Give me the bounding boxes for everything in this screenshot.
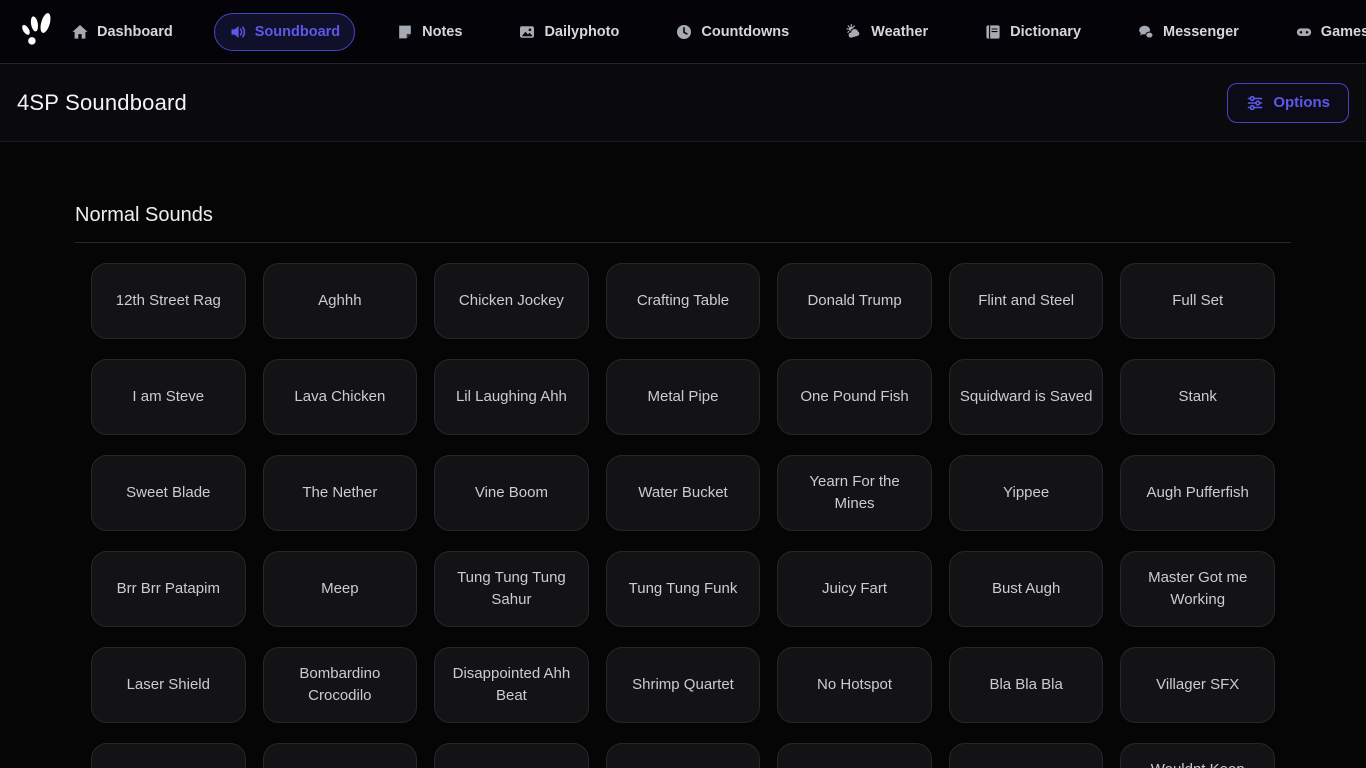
sound-button-stank[interactable]: Stank xyxy=(1120,359,1275,435)
nav-item-dictionary[interactable]: Dictionary xyxy=(969,13,1096,51)
sound-button-12th-street-rag[interactable]: 12th Street Rag xyxy=(91,263,246,339)
sound-button-master-got-me-working[interactable]: Master Got me Working xyxy=(1120,551,1275,627)
options-button[interactable]: Options xyxy=(1227,83,1349,123)
nav-item-label: Games xyxy=(1321,24,1366,40)
nav-item-dashboard[interactable]: Dashboard xyxy=(56,13,188,51)
sound-button-wouldnt-keep[interactable]: Wouldnt Keep xyxy=(1120,743,1275,768)
4sp-logo-icon xyxy=(18,12,56,51)
sound-button-disappointed-ahh-beat[interactable]: Disappointed Ahh Beat xyxy=(434,647,589,723)
sound-button-meep[interactable]: Meep xyxy=(263,551,418,627)
sliders-icon xyxy=(1246,94,1264,112)
nav-item-countdowns[interactable]: Countdowns xyxy=(660,13,804,51)
sound-button-water-bucket[interactable]: Water Bucket xyxy=(606,455,761,531)
sound-button-squidward-is-saved[interactable]: Squidward is Saved xyxy=(949,359,1104,435)
speaker-icon xyxy=(229,23,247,41)
sound-button-the-nether[interactable]: The Nether xyxy=(263,455,418,531)
photo-icon xyxy=(518,23,536,41)
sound-button-brr-brr-patapim[interactable]: Brr Brr Patapim xyxy=(91,551,246,627)
nav-item-notes[interactable]: Notes xyxy=(381,13,477,51)
sound-button-laser-shield[interactable]: Laser Shield xyxy=(91,647,246,723)
section-divider xyxy=(75,242,1291,243)
nav-item-label: Dashboard xyxy=(97,24,173,40)
nav-item-dailyphoto[interactable]: Dailyphoto xyxy=(503,13,634,51)
sound-button-chicken-jockey[interactable]: Chicken Jockey xyxy=(434,263,589,339)
sound-button-full-set[interactable]: Full Set xyxy=(1120,263,1275,339)
sound-button-bla-bla-bla[interactable]: Bla Bla Bla xyxy=(949,647,1104,723)
nav-item-label: Soundboard xyxy=(255,24,340,40)
nav-item-label: Dictionary xyxy=(1010,24,1081,40)
sound-button-flint-and-steel[interactable]: Flint and Steel xyxy=(949,263,1104,339)
gamepad-icon xyxy=(1295,23,1313,41)
normal-sounds-section: Normal Sounds 12th Street RagAghhhChicke… xyxy=(75,204,1291,768)
book-icon xyxy=(984,23,1002,41)
section-title: Normal Sounds xyxy=(75,204,1291,227)
sound-button-partial[interactable] xyxy=(949,743,1104,768)
sound-button-lil-laughing-ahh[interactable]: Lil Laughing Ahh xyxy=(434,359,589,435)
sound-button-partial[interactable] xyxy=(434,743,589,768)
options-button-label: Options xyxy=(1273,94,1330,111)
sound-button-villager-sfx[interactable]: Villager SFX xyxy=(1120,647,1275,723)
nav-item-label: Countdowns xyxy=(701,24,789,40)
sound-button-shrimp-quartet[interactable]: Shrimp Quartet xyxy=(606,647,761,723)
sound-button-yippee[interactable]: Yippee xyxy=(949,455,1104,531)
sound-button-partial[interactable] xyxy=(91,743,246,768)
nav-item-label: Weather xyxy=(871,24,928,40)
sound-button-metal-pipe[interactable]: Metal Pipe xyxy=(606,359,761,435)
nav-item-soundboard[interactable]: Soundboard xyxy=(214,13,355,51)
nav-item-messenger[interactable]: Messenger xyxy=(1122,13,1254,51)
home-icon xyxy=(71,23,89,41)
sound-button-sweet-blade[interactable]: Sweet Blade xyxy=(91,455,246,531)
chat-icon xyxy=(1137,23,1155,41)
sound-button-yearn-for-the-mines[interactable]: Yearn For the Mines xyxy=(777,455,932,531)
note-icon xyxy=(396,23,414,41)
page-header: 4SP Soundboard Options xyxy=(0,64,1366,142)
sound-button-juicy-fart[interactable]: Juicy Fart xyxy=(777,551,932,627)
top-navbar: Dashboard Soundboard Notes Dailyphoto Countd… xyxy=(0,0,1366,64)
sound-button-one-pound-fish[interactable]: One Pound Fish xyxy=(777,359,932,435)
sound-button-partial[interactable] xyxy=(263,743,418,768)
sound-button-no-hotspot[interactable]: No Hotspot xyxy=(777,647,932,723)
sound-button-vine-boom[interactable]: Vine Boom xyxy=(434,455,589,531)
sound-button-bombardino-crocodilo[interactable]: Bombardino Crocodilo xyxy=(263,647,418,723)
nav-item-games[interactable]: Games xyxy=(1280,13,1366,51)
sound-button-partial[interactable] xyxy=(777,743,932,768)
sound-button-partial[interactable] xyxy=(606,743,761,768)
main-content: Normal Sounds 12th Street RagAghhhChicke… xyxy=(0,142,1366,768)
page-title: 4SP Soundboard xyxy=(17,90,187,116)
clock-icon xyxy=(675,23,693,41)
sound-button-aghhh[interactable]: Aghhh xyxy=(263,263,418,339)
sound-button-augh-pufferfish[interactable]: Augh Pufferfish xyxy=(1120,455,1275,531)
nav-item-weather[interactable]: Weather xyxy=(830,13,943,51)
sound-button-donald-trump[interactable]: Donald Trump xyxy=(777,263,932,339)
sound-button-i-am-steve[interactable]: I am Steve xyxy=(91,359,246,435)
nav-item-label: Messenger xyxy=(1163,24,1239,40)
weather-icon xyxy=(845,23,863,41)
sound-button-tung-tung-tung-sahur[interactable]: Tung Tung Tung Sahur xyxy=(434,551,589,627)
app-logo[interactable] xyxy=(18,13,56,51)
sound-button-lava-chicken[interactable]: Lava Chicken xyxy=(263,359,418,435)
nav-item-label: Dailyphoto xyxy=(544,24,619,40)
sound-button-bust-augh[interactable]: Bust Augh xyxy=(949,551,1104,627)
sound-button-crafting-table[interactable]: Crafting Table xyxy=(606,263,761,339)
nav-item-label: Notes xyxy=(422,24,462,40)
sound-grid: 12th Street RagAghhhChicken JockeyCrafti… xyxy=(75,263,1291,768)
primary-nav: Dashboard Soundboard Notes Dailyphoto Countd… xyxy=(56,13,1366,51)
sound-button-tung-tung-funk[interactable]: Tung Tung Funk xyxy=(606,551,761,627)
